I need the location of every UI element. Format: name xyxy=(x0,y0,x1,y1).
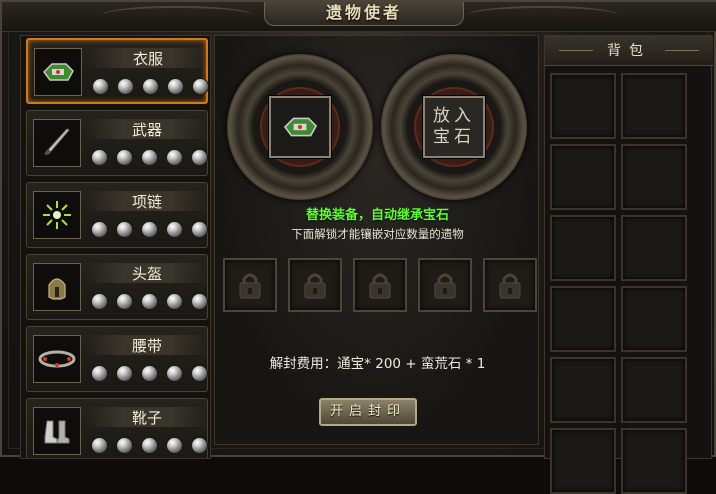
gem-orb xyxy=(116,293,133,310)
equipment-ring xyxy=(227,54,373,200)
unseal-cost: 解封费用：通宝* 200 + 蛮荒石 * 1 xyxy=(269,356,486,372)
gem-orb xyxy=(91,365,108,382)
backpack-cell[interactable] xyxy=(621,144,687,210)
backpack-grid xyxy=(550,73,687,494)
gem-orb xyxy=(166,365,183,382)
equipment-slot-belt[interactable]: 腰带 xyxy=(26,326,208,392)
backpack-cell[interactable] xyxy=(621,73,687,139)
gem-orbs xyxy=(91,437,208,457)
gem-orb xyxy=(141,149,158,166)
title-ornament-left xyxy=(102,6,252,24)
backpack-cell[interactable] xyxy=(550,428,616,494)
backpack-title-bar: 背包 xyxy=(545,36,713,66)
backpack-cell[interactable] xyxy=(550,286,616,352)
necklace-icon xyxy=(33,191,81,239)
gem-ring: 放入 宝石 xyxy=(381,54,527,200)
sword-icon xyxy=(33,119,81,167)
gem-orb xyxy=(166,149,183,166)
equipment-slot-boots[interactable]: 靴子 xyxy=(26,398,208,458)
unseal-button[interactable]: 开启封印 xyxy=(319,398,417,426)
gem-orb xyxy=(116,437,133,454)
equipment-slot-necklace[interactable]: 项链 xyxy=(26,182,208,248)
gem-orb xyxy=(142,78,159,95)
relic-center-panel: 放入 宝石 替换装备，自动继承宝石 下面解锁才能镶嵌对应数量的遗物 解封费用：通… xyxy=(214,35,539,445)
backpack-panel: 背包 xyxy=(544,35,713,494)
gem-socket[interactable]: 放入 宝石 xyxy=(423,96,485,158)
backpack-cell[interactable] xyxy=(621,286,687,352)
lock-icon xyxy=(304,273,326,299)
gem-placeholder-line1: 放入 xyxy=(433,106,475,126)
slot-label: 武器 xyxy=(131,121,162,139)
gem-orb xyxy=(191,221,208,238)
locked-relic-slot[interactable] xyxy=(418,258,472,312)
gem-orb xyxy=(166,293,183,310)
armor-icon xyxy=(271,98,329,156)
gem-orbs xyxy=(91,149,208,169)
gem-orb xyxy=(117,78,134,95)
gem-orb xyxy=(91,221,108,238)
gem-orb xyxy=(191,437,208,454)
gem-orbs xyxy=(91,221,208,241)
slot-label: 头盔 xyxy=(131,265,162,283)
gem-orb xyxy=(116,221,133,238)
gem-orb xyxy=(167,78,184,95)
gem-orb xyxy=(141,221,158,238)
locked-relic-slot[interactable] xyxy=(353,258,407,312)
gem-orb xyxy=(91,149,108,166)
gem-placeholder-line2: 宝石 xyxy=(433,127,475,147)
boots-icon xyxy=(33,407,81,455)
gem-orbs xyxy=(91,293,208,313)
window-title: 遗物使者 xyxy=(264,2,464,26)
relic-envoy-window: 遗物使者 衣服 武器 项链 头盔 腰带 靴子 放入 宝石 替换装备，自动继承宝石… xyxy=(0,0,716,494)
gem-orb xyxy=(191,293,208,310)
equipment-slot-helmet[interactable]: 头盔 xyxy=(26,254,208,320)
gem-orb xyxy=(141,365,158,382)
backpack-cell[interactable] xyxy=(550,73,616,139)
backpack-cell[interactable] xyxy=(621,357,687,423)
lock-icon xyxy=(434,273,456,299)
gem-orbs xyxy=(92,78,209,98)
gem-orb xyxy=(141,437,158,454)
belt-icon xyxy=(33,335,81,383)
backpack-cell[interactable] xyxy=(550,144,616,210)
gem-orb xyxy=(191,365,208,382)
hint-unlock-relics: 下面解锁才能镶嵌对应数量的遗物 xyxy=(291,227,464,241)
slot-label: 衣服 xyxy=(132,50,163,68)
hint-inherit-gems: 替换装备，自动继承宝石 xyxy=(305,208,449,223)
title-bar: 遗物使者 xyxy=(2,2,716,32)
slot-label: 腰带 xyxy=(131,337,162,355)
equipment-slot-armor[interactable]: 衣服 xyxy=(26,38,209,104)
equipment-slot-weapon[interactable]: 武器 xyxy=(26,110,208,176)
gem-orb xyxy=(92,78,109,95)
slot-label: 靴子 xyxy=(131,409,162,427)
backpack-cell[interactable] xyxy=(550,215,616,281)
title-ornament-right xyxy=(468,6,618,24)
lock-icon xyxy=(239,273,261,299)
relic-lock-slots xyxy=(223,258,537,312)
equipment-list: 衣服 武器 项链 头盔 腰带 靴子 xyxy=(20,35,211,459)
locked-relic-slot[interactable] xyxy=(288,258,342,312)
gem-orb xyxy=(116,149,133,166)
equipment-socket[interactable] xyxy=(269,96,331,158)
armor-icon xyxy=(34,48,82,96)
gem-orb xyxy=(116,365,133,382)
gem-orbs xyxy=(91,365,208,385)
helmet-icon xyxy=(33,263,81,311)
locked-relic-slot[interactable] xyxy=(223,258,277,312)
gem-orb xyxy=(91,437,108,454)
backpack-cell[interactable] xyxy=(550,357,616,423)
gem-orb xyxy=(192,78,209,95)
gem-orb xyxy=(141,293,158,310)
backpack-title: 背包 xyxy=(607,43,651,59)
gem-orb xyxy=(191,149,208,166)
gem-orb xyxy=(166,437,183,454)
backpack-cell[interactable] xyxy=(621,428,687,494)
backpack-cell[interactable] xyxy=(621,215,687,281)
gem-orb xyxy=(91,293,108,310)
gem-orb xyxy=(166,221,183,238)
locked-relic-slot[interactable] xyxy=(483,258,537,312)
lock-icon xyxy=(499,273,521,299)
lock-icon xyxy=(369,273,391,299)
slot-label: 项链 xyxy=(131,193,162,211)
